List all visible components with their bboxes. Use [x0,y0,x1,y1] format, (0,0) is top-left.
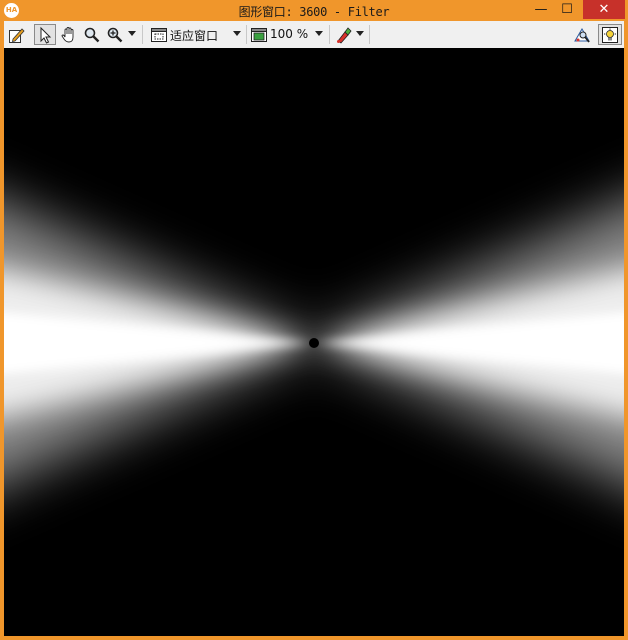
filter-image [4,48,624,636]
light-button[interactable] [598,24,622,45]
zoom-percent-button[interactable] [249,24,269,45]
pointer-icon [40,26,52,44]
edit-button[interactable] [6,24,28,45]
zoom-in-button[interactable] [105,24,125,45]
paint-dropdown-arrow[interactable] [356,31,364,36]
edit-icon [9,27,25,43]
light-icon [602,26,618,43]
pointer-button[interactable] [34,24,56,45]
toolbar-separator [329,25,330,44]
magnifier-button[interactable] [82,24,102,45]
hand-button[interactable] [59,24,79,45]
maximize-button[interactable]: ☐ [554,0,580,19]
toolbar-separator [142,25,143,44]
graphics-window: HA 图形窗口: 3600 - Filter — ☐ ✕ 适应窗口 100 % [0,0,628,640]
fit-window-icon [151,27,167,42]
fit-window-label[interactable]: 适应窗口 [170,27,218,44]
minimize-button[interactable]: — [528,0,554,19]
zoom-dropdown-arrow[interactable] [128,31,136,36]
zoom-percent-label[interactable]: 100 % [270,27,308,41]
toolbar-separator [369,25,370,44]
close-button[interactable]: ✕ [583,0,625,19]
paint-icon [337,26,352,44]
toolbar: 适应窗口 100 % [4,21,624,49]
zoom-in-icon [107,27,123,42]
fit-window-dropdown-arrow[interactable] [233,31,241,36]
fit-window-button[interactable] [149,24,169,45]
paint-button[interactable] [334,24,354,45]
inspect-icon [574,27,590,43]
image-canvas[interactable] [4,48,624,636]
zoom-percent-dropdown-arrow[interactable] [315,31,323,36]
inspect-button[interactable] [571,24,593,45]
zoom-percent-icon [251,27,267,42]
center-point [309,338,319,348]
title-bar[interactable]: HA 图形窗口: 3600 - Filter — ☐ ✕ [0,0,628,21]
magnifier-icon [84,27,100,42]
hand-icon [61,26,74,42]
toolbar-separator [246,25,247,44]
